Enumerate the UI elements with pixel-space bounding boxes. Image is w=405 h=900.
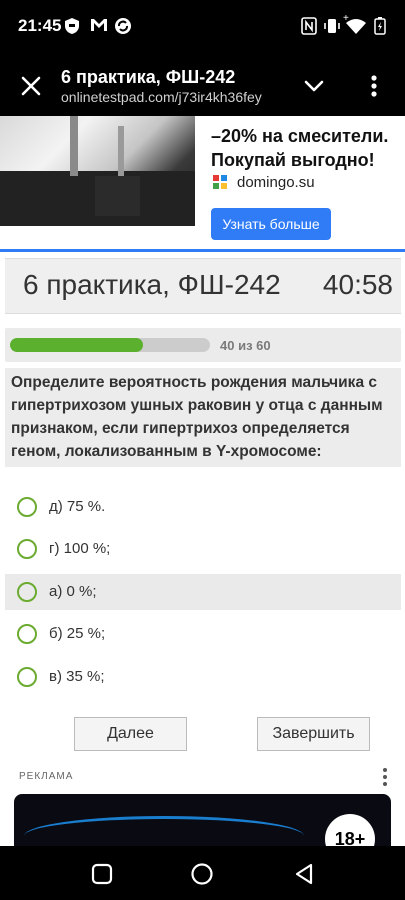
answer-option[interactable]: г) 100 %;: [5, 531, 401, 567]
ad-faucet-image[interactable]: [0, 116, 195, 226]
domingo-logo-icon: [213, 175, 227, 194]
battery-icon: [374, 17, 392, 35]
question-text: Определите вероятность рождения мальчика…: [11, 374, 383, 460]
answer-option[interactable]: б) 25 %;: [5, 616, 401, 652]
browser-menu-button[interactable]: [364, 72, 384, 100]
progress-fill: [10, 338, 144, 352]
ad-menu-button[interactable]: [380, 767, 390, 787]
home-icon: [191, 863, 213, 885]
ad-banner-graphic: [24, 816, 304, 850]
next-button[interactable]: Далее: [74, 717, 187, 751]
recent-apps-icon: [91, 863, 113, 885]
more-vertical-icon: [371, 75, 377, 97]
back-button[interactable]: [292, 862, 316, 886]
answer-option-label[interactable]: б) 25 %;: [49, 625, 105, 642]
progress-label: 40 из 60: [220, 338, 271, 353]
ad-domain[interactable]: domingo.su: [237, 174, 315, 191]
status-bar: 21:45 +: [0, 0, 405, 56]
vibrate-icon: [323, 17, 341, 35]
close-button[interactable]: [18, 73, 44, 99]
answer-option-label[interactable]: г) 100 %;: [49, 540, 110, 557]
close-icon: [21, 76, 41, 96]
ad-divider: [0, 249, 405, 252]
back-icon: [295, 863, 313, 885]
answer-option[interactable]: д) 75 %.: [5, 489, 401, 525]
system-navigation-bar: [0, 846, 405, 900]
browser-header: 6 практика, ФШ-242 onlinetestpad.com/j73…: [0, 56, 405, 116]
top-advertisement[interactable]: –20% на смесители. Покупай выгодно! domi…: [0, 116, 405, 250]
radio-button[interactable]: [17, 624, 37, 644]
wifi-badge: +: [343, 13, 349, 24]
question-box: Определите вероятность рождения мальчика…: [5, 368, 401, 467]
ad-label: РЕКЛАМА: [19, 771, 74, 782]
radio-button[interactable]: [17, 667, 37, 687]
ad-headline-line1: –20% на смесители.: [211, 126, 389, 146]
progress-bar: [10, 338, 210, 352]
browser-url[interactable]: onlinetestpad.com/j73ir4kh36fey: [61, 89, 262, 105]
status-time: 21:45: [18, 16, 62, 35]
answer-option-label[interactable]: д) 75 %.: [49, 498, 105, 515]
ad-cta-button[interactable]: Узнать больше: [211, 208, 331, 240]
ad-headline-line2: Покупай выгодно!: [211, 150, 375, 170]
answer-option[interactable]: в) 35 %;: [5, 659, 401, 695]
ad-headline: –20% на смесители. Покупай выгодно!: [211, 124, 388, 172]
more-vertical-icon: [383, 768, 387, 786]
home-button[interactable]: [190, 862, 214, 886]
test-timer: 40:58: [322, 269, 393, 300]
radio-button[interactable]: [17, 497, 37, 517]
answer-option-label[interactable]: а) 0 %;: [49, 583, 97, 600]
nfc-icon: [301, 17, 319, 35]
radio-button[interactable]: [17, 582, 37, 602]
finish-button[interactable]: Завершить: [257, 717, 370, 751]
progress-section: 40 из 60: [5, 328, 401, 362]
test-header: 6 практика, ФШ-242 40:58: [5, 258, 401, 314]
gmail-icon: [90, 17, 108, 35]
chevron-down-icon: [304, 80, 324, 92]
test-title: 6 практика, ФШ-242: [23, 269, 281, 300]
answer-option[interactable]: а) 0 %;: [5, 574, 401, 610]
recent-apps-button[interactable]: [90, 862, 114, 886]
expand-button[interactable]: [300, 72, 328, 100]
radio-button[interactable]: [17, 539, 37, 559]
browser-page-title: 6 практика, ФШ-242: [61, 67, 236, 87]
sync-icon: [114, 17, 132, 35]
shield-icon: [64, 17, 82, 35]
answer-option-label[interactable]: в) 35 %;: [49, 668, 105, 685]
